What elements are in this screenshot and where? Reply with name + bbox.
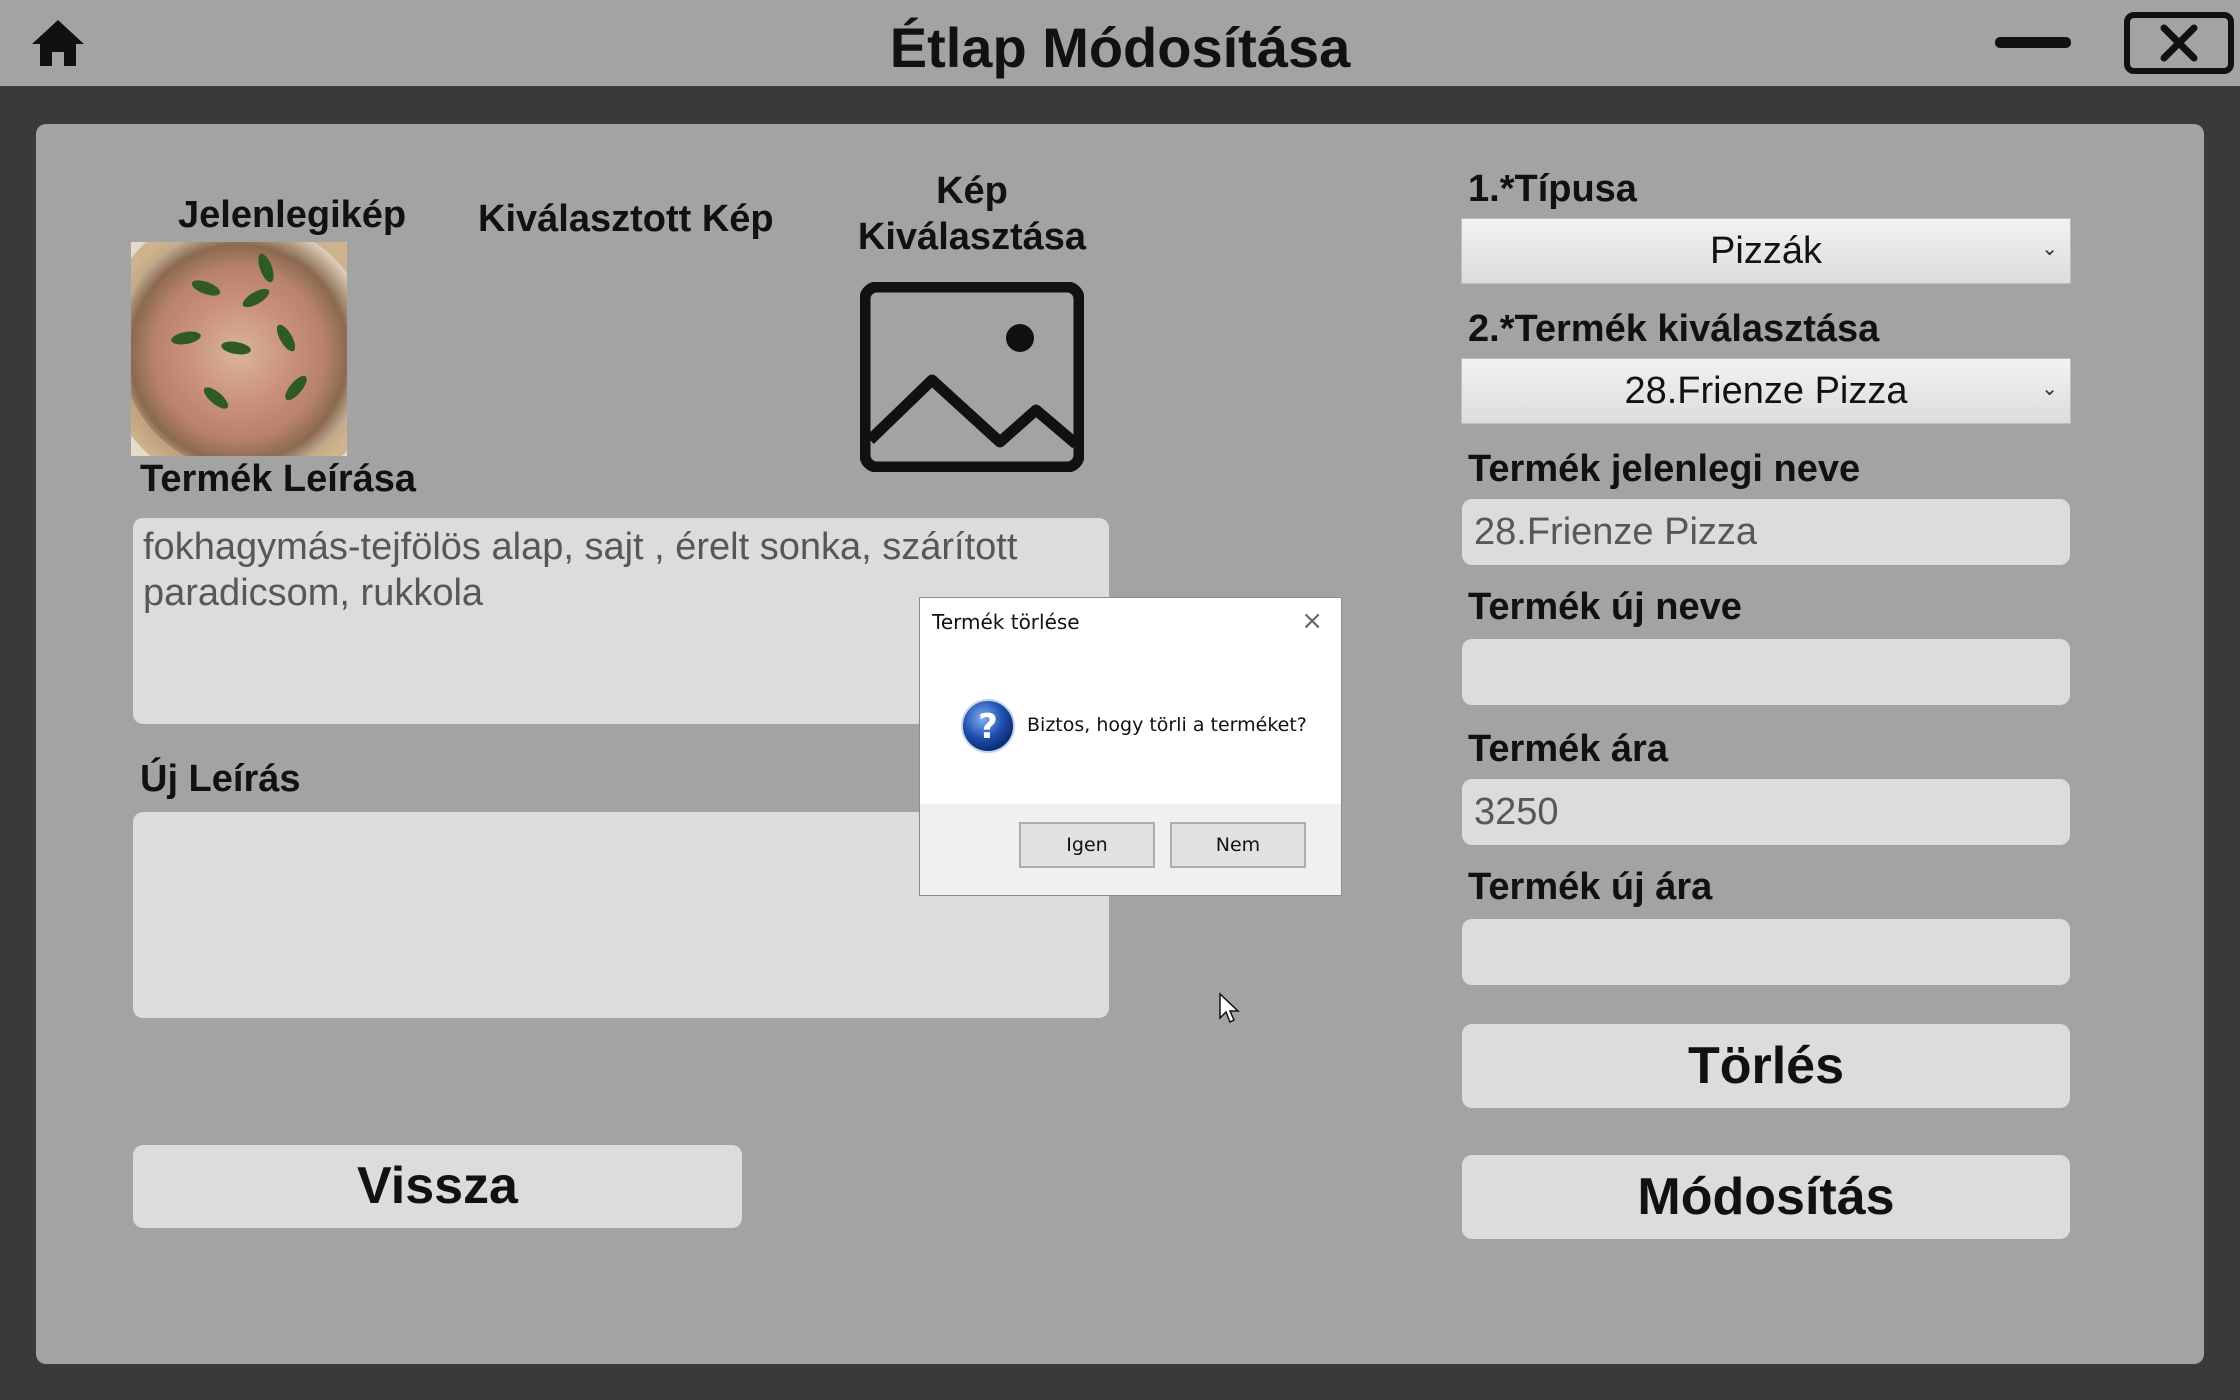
price-field[interactable]: 3250 (1462, 779, 2070, 845)
mouse-cursor-icon (1219, 992, 1240, 1024)
modify-button[interactable]: Módosítás (1462, 1155, 2070, 1239)
type-select-value: Pizzák (1710, 230, 1822, 272)
svg-text:?: ? (978, 707, 998, 747)
title-bar: Étlap Módosítása (0, 0, 2240, 86)
choose-image-label: Kép Kiválasztása (857, 170, 1087, 258)
dialog-title: Termék törlése (932, 610, 1080, 634)
new-price-field[interactable] (1462, 919, 2070, 985)
current-product-image (131, 242, 347, 456)
chevron-down-icon: ⌄ (2041, 378, 2058, 400)
price-label: Termék ára (1468, 728, 1668, 770)
new-price-label: Termék új ára (1468, 866, 1713, 908)
new-description-label: Új Leírás (140, 758, 301, 800)
chevron-down-icon: ⌄ (2041, 238, 2058, 260)
delete-confirm-dialog: Termék törlése × ? Biztos, hogy törli a … (919, 597, 1342, 896)
type-label: 1.*Típusa (1468, 168, 1637, 210)
page-title: Étlap Módosítása (889, 16, 1351, 79)
image-picker-icon[interactable] (860, 282, 1084, 472)
new-name-label: Termék új neve (1468, 586, 1742, 628)
dialog-close-icon[interactable]: × (1301, 606, 1323, 636)
close-icon[interactable] (2124, 12, 2234, 74)
new-name-field[interactable] (1462, 639, 2070, 705)
minimize-icon[interactable] (1995, 37, 2071, 48)
no-button[interactable]: Nem (1170, 822, 1306, 868)
product-select-value: 28.Frienze Pizza (1624, 370, 1908, 412)
product-select[interactable]: 28.Frienze Pizza ⌄ (1461, 358, 2071, 424)
product-select-label: 2.*Termék kiválasztása (1468, 308, 1880, 350)
current-image-label: Jelenlegikép (178, 194, 407, 236)
current-name-field[interactable]: 28.Frienze Pizza (1462, 499, 2070, 565)
selected-image-label: Kiválasztott Kép (478, 198, 774, 240)
back-button[interactable]: Vissza (133, 1145, 742, 1228)
yes-button[interactable]: Igen (1019, 822, 1155, 868)
delete-button[interactable]: Törlés (1462, 1024, 2070, 1108)
dialog-message: Biztos, hogy törli a terméket? (1027, 714, 1307, 736)
description-label: Termék Leírása (140, 458, 417, 500)
current-name-label: Termék jelenlegi neve (1468, 448, 1861, 490)
question-icon: ? (961, 699, 1015, 753)
type-select[interactable]: Pizzák ⌄ (1461, 218, 2071, 284)
